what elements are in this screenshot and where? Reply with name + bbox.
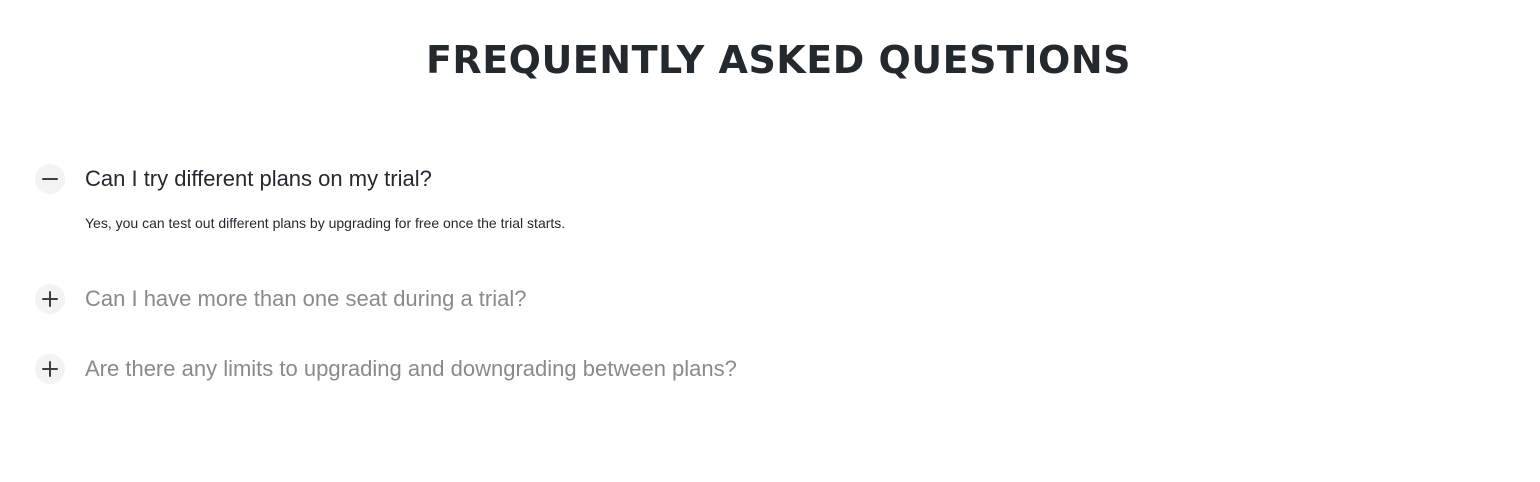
faq-question-toggle[interactable]: Can I try different plans on my trial?: [35, 163, 565, 195]
faq-item: Can I have more than one seat during a t…: [35, 283, 527, 315]
faq-item: Can I try different plans on my trial? Y…: [35, 163, 565, 233]
faq-item: Are there any limits to upgrading and do…: [35, 353, 737, 385]
plus-icon[interactable]: [35, 284, 65, 314]
faq-answer-text: Yes, you can test out different plans by…: [85, 215, 566, 231]
faq-question-text[interactable]: Can I have more than one seat during a t…: [85, 283, 527, 315]
faq-question-toggle[interactable]: Are there any limits to upgrading and do…: [35, 353, 737, 385]
minus-icon[interactable]: [35, 164, 65, 194]
faq-question-toggle[interactable]: Can I have more than one seat during a t…: [35, 283, 527, 315]
faq-question-text[interactable]: Can I try different plans on my trial?: [85, 163, 432, 195]
faq-question-text[interactable]: Are there any limits to upgrading and do…: [85, 353, 737, 385]
plus-icon[interactable]: [35, 354, 65, 384]
page-title: FREQUENTLY ASKED QUESTIONS: [425, 38, 1132, 82]
